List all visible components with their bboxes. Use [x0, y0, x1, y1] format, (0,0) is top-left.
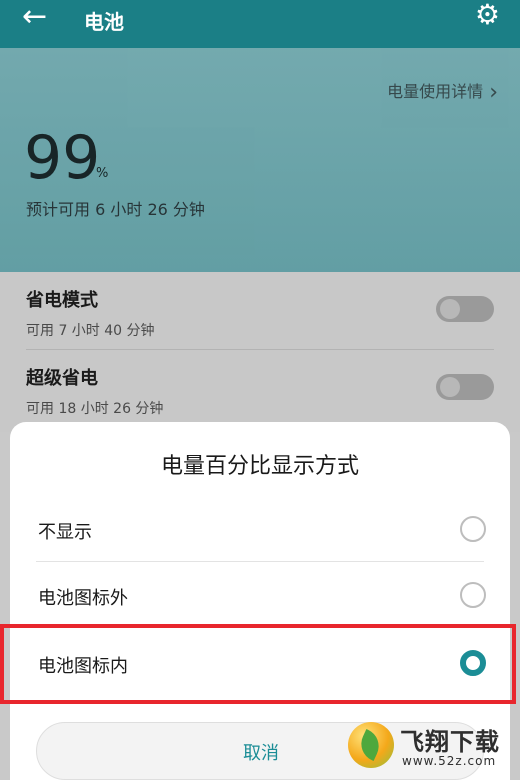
option-outside-icon[interactable]: 电池图标外 [10, 564, 510, 628]
watermark-brand: 飞翔下载 [400, 728, 500, 756]
option-outside-icon-label: 电池图标外 [38, 588, 128, 609]
chevron-right-icon: › [489, 80, 498, 105]
ultra-power-saving-row[interactable]: 超级省电 可用 18 小时 26 分钟 [0, 350, 520, 428]
power-saving-mode-title: 省电模式 [26, 290, 98, 311]
option-hide[interactable]: 不显示 [10, 498, 510, 562]
option-hide-label: 不显示 [38, 522, 92, 543]
ultra-power-saving-subtitle: 可用 18 小时 26 分钟 [26, 401, 164, 417]
radio-icon[interactable] [460, 516, 486, 542]
usage-details-label: 电量使用详情 [387, 82, 484, 101]
time-estimate: 预计可用 6 小时 26 分钟 [26, 200, 205, 219]
battery-summary: 电量使用详情 › 99 % 预计可用 6 小时 26 分钟 [0, 48, 520, 272]
dialog-title: 电量百分比显示方式 [160, 454, 359, 479]
battery-percent: 99 [24, 123, 101, 193]
percent-sign: % [96, 166, 109, 181]
gear-icon[interactable]: ⚙ [475, 0, 500, 30]
ultra-power-saving-toggle[interactable] [436, 374, 494, 400]
watermark-url: www.52z.com [402, 754, 497, 768]
power-settings-list: 省电模式 可用 7 小时 40 分钟 超级省电 可用 18 小时 26 分钟 [0, 272, 520, 432]
page-title: 电池 [84, 10, 124, 34]
usage-details-link[interactable]: 电量使用详情 › [387, 78, 498, 105]
watermark: 飞翔下载 www.52z.com [348, 716, 518, 778]
ultra-power-saving-title: 超级省电 [26, 368, 98, 389]
power-saving-mode-row[interactable]: 省电模式 可用 7 小时 40 分钟 [0, 272, 520, 350]
back-arrow-icon[interactable]: ← [22, 2, 47, 32]
highlight-box [0, 624, 516, 704]
leaf-logo-icon [348, 722, 394, 768]
divider [36, 561, 484, 562]
app-bar: ← 电池 ⚙ [0, 0, 520, 48]
power-saving-mode-toggle[interactable] [436, 296, 494, 322]
power-saving-mode-subtitle: 可用 7 小时 40 分钟 [26, 323, 155, 339]
radio-icon[interactable] [460, 582, 486, 608]
